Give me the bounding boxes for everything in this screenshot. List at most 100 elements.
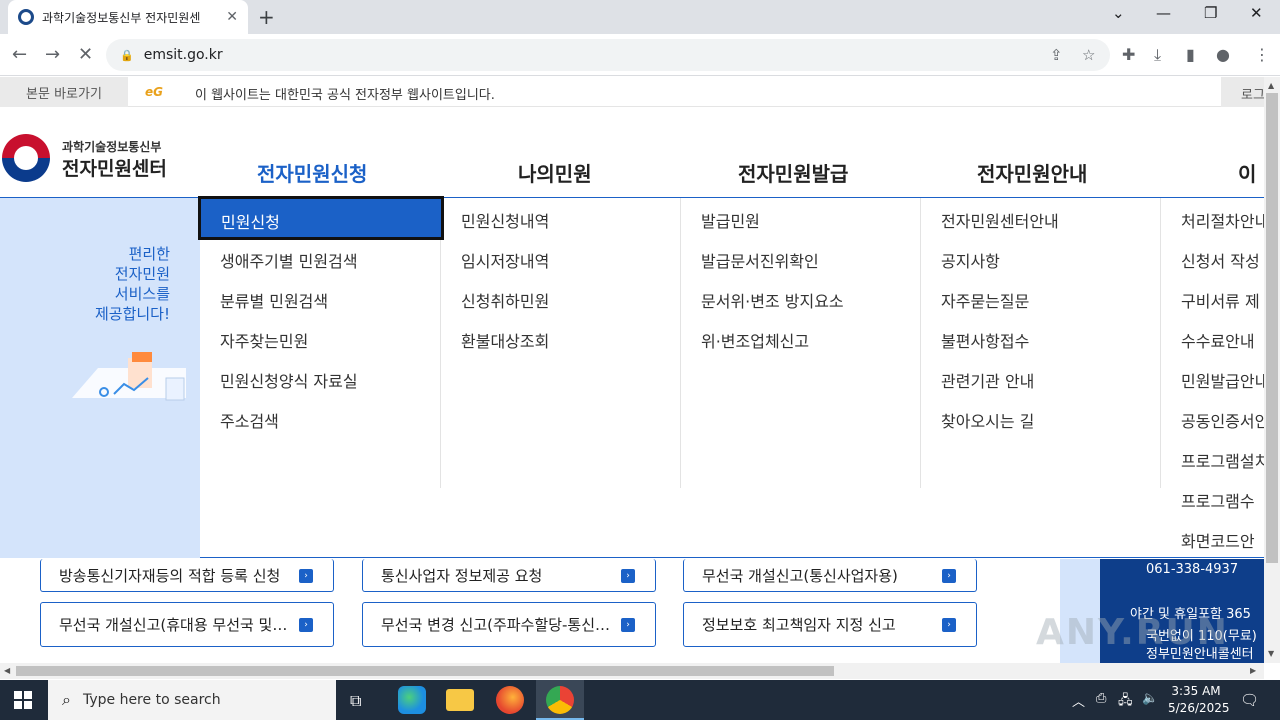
- address-bar[interactable]: 🔒 emsit.go.kr: [106, 39, 1110, 71]
- quick-link-button[interactable]: 방송통신기자재등의 적합 등록 신청 ›: [40, 559, 334, 592]
- menu-item-address-search[interactable]: 주소검색: [220, 408, 279, 432]
- call-center-phone: 061-338-4937: [1146, 562, 1239, 577]
- quick-link-button[interactable]: 통신사업자 정보제공 요청 ›: [362, 559, 656, 592]
- scroll-down-icon[interactable]: ▼: [1268, 649, 1274, 658]
- menu-item-form-library[interactable]: 민원신청양식 자료실: [220, 368, 358, 392]
- scroll-up-icon[interactable]: ▲: [1268, 81, 1274, 90]
- menu-item-complaint[interactable]: 불편사항접수: [941, 328, 1029, 352]
- login-link[interactable]: 로그인: [1221, 77, 1264, 107]
- menu-item-issue-civil[interactable]: 발급민원: [701, 208, 760, 232]
- arrow-right-icon: ›: [942, 618, 956, 632]
- menu-item-temp-saved[interactable]: 임시저장내역: [461, 248, 549, 272]
- scroll-right-icon[interactable]: ▶: [1250, 666, 1256, 675]
- tray-device-icon[interactable]: ⎙: [1096, 691, 1106, 706]
- bookmark-star-icon[interactable]: ☆: [1082, 46, 1095, 64]
- menu-item-frequent-civil[interactable]: 자주찾는민원: [220, 328, 308, 352]
- lock-icon[interactable]: 🔒: [120, 49, 134, 62]
- menu-item-lifecycle-search[interactable]: 생애주기별 민원검색: [220, 248, 358, 272]
- browser-tab[interactable]: 과학기술정보통신부 전자민원센 ✕: [8, 0, 248, 34]
- stop-loading-icon[interactable]: ✕: [78, 44, 93, 65]
- menu-item-issue-guide[interactable]: 민원발급안내: [1181, 368, 1264, 392]
- quick-link-label: 무선국 개설신고(통신사업자용): [702, 566, 898, 585]
- volume-icon[interactable]: 🔈: [1142, 691, 1158, 706]
- menu-column-apply: 민원신청 생애주기별 민원검색 분류별 민원검색 자주찾는민원 민원신청양식 자…: [198, 196, 444, 488]
- gov-banner: 본문 바로가기 eG 이 웹사이트는 대한민국 공식 전자정부 웹사이트입니다.…: [0, 77, 1264, 107]
- menu-item-directions[interactable]: 찾아오시는 길: [941, 408, 1034, 432]
- menu-item-civil-apply[interactable]: 민원신청: [198, 196, 444, 240]
- menu-item-form-writing[interactable]: 신청서 작성: [1181, 248, 1260, 272]
- tab-title: 과학기술정보통신부 전자민원센: [42, 10, 201, 25]
- network-icon[interactable]: 🖧: [1118, 691, 1133, 713]
- menu-item-program-install[interactable]: 프로그램설치: [1181, 448, 1264, 472]
- menu-item-program-fix[interactable]: 프로그램수: [1181, 488, 1255, 512]
- forward-icon[interactable]: →: [45, 44, 60, 65]
- horizontal-scroll-thumb[interactable]: [16, 666, 834, 676]
- notification-icon[interactable]: 🗨: [1240, 691, 1259, 709]
- quick-link-button[interactable]: 정보보호 최고책임자 지정 신고 ›: [683, 602, 977, 647]
- menu-column-my-civil: 민원신청내역 임시저장내역 신청취하민원 환불대상조회: [441, 198, 681, 488]
- tray-chevron-icon[interactable]: ︿: [1072, 691, 1085, 710]
- menu-item-related-orgs[interactable]: 관련기관 안내: [941, 368, 1034, 392]
- logo-site-name[interactable]: 전자민원센터: [62, 154, 167, 181]
- task-view-icon[interactable]: ⧉: [350, 691, 361, 711]
- menu-item-withdrawn[interactable]: 신청취하민원: [461, 288, 549, 312]
- browser-toolbar: ← → ✕ 🔒 emsit.go.kr ⇪ ☆: [0, 34, 1280, 76]
- gnb-e-civil-apply[interactable]: 전자민원신청: [257, 158, 367, 187]
- close-tab-icon[interactable]: ✕: [226, 9, 238, 25]
- menu-item-process-guide[interactable]: 처리절차안내: [1181, 208, 1264, 232]
- taegeuk-logo-icon[interactable]: [2, 134, 50, 182]
- minimize-icon[interactable]: —: [1156, 4, 1171, 22]
- tagline-line: 제공합니다!: [94, 305, 170, 323]
- windows-start-icon[interactable]: [14, 691, 32, 709]
- menu-item-screen-code[interactable]: 화면코드안: [1181, 528, 1255, 552]
- menu-item-documents[interactable]: 구비서류 제: [1181, 288, 1260, 312]
- menu-item-fees[interactable]: 수수료안내: [1181, 328, 1255, 352]
- chrome-menu-icon[interactable]: ⋮: [1254, 45, 1270, 64]
- window-close-icon[interactable]: ✕: [1250, 4, 1263, 22]
- tab-search-chevron-icon[interactable]: ⌄: [1112, 4, 1125, 22]
- menu-item-category-search[interactable]: 분류별 민원검색: [220, 288, 328, 312]
- quick-link-button[interactable]: 무선국 개설신고(통신사업자용) ›: [683, 559, 977, 592]
- quick-link-button[interactable]: 무선국 변경 신고(주파수할당-통신… ›: [362, 602, 656, 647]
- menu-item-notices[interactable]: 공지사항: [941, 248, 1000, 272]
- side-panel-icon[interactable]: ▮: [1186, 45, 1195, 64]
- share-icon[interactable]: ⇪: [1050, 46, 1063, 64]
- vertical-scroll-thumb[interactable]: [1266, 93, 1278, 563]
- logo-ministry-name[interactable]: 과학기술정보통신부: [62, 138, 161, 155]
- gnb-my-civil[interactable]: 나의민원: [518, 158, 592, 187]
- extensions-icon[interactable]: ✚: [1122, 45, 1135, 64]
- file-explorer-icon[interactable]: [446, 689, 474, 711]
- menu-item-doc-verify[interactable]: 발급문서진위확인: [701, 248, 819, 272]
- address-url[interactable]: emsit.go.kr: [144, 47, 223, 63]
- firefox-icon[interactable]: [496, 686, 524, 714]
- quick-link-label: 정보보호 최고책임자 지정 신고: [702, 616, 896, 634]
- skip-to-content-link[interactable]: 본문 바로가기: [0, 77, 128, 107]
- taskbar-clock[interactable]: 3:35 AM 5/26/2025: [1168, 683, 1230, 717]
- promo-tagline: 편리한 전자민원 서비스를 제공합니다!: [95, 244, 170, 324]
- tagline-line: 전자민원: [114, 265, 170, 283]
- profile-icon[interactable]: ●: [1216, 45, 1230, 64]
- menu-item-center-guide[interactable]: 전자민원센터안내: [941, 208, 1059, 232]
- edge-browser-icon[interactable]: [398, 686, 426, 714]
- menu-item-apply-history[interactable]: 민원신청내역: [461, 208, 549, 232]
- chrome-icon[interactable]: [546, 686, 574, 714]
- menu-column-usage: 처리절차안내 신청서 작성 구비서류 제 수수료안내 민원발급안내 공동인증서안…: [1161, 198, 1264, 558]
- restore-icon[interactable]: ❐: [1204, 4, 1217, 22]
- menu-item-anti-forgery[interactable]: 문서위·변조 방지요소: [701, 288, 844, 312]
- horizontal-scrollbar[interactable]: ◀ ▶: [0, 663, 1264, 679]
- back-icon[interactable]: ←: [12, 44, 27, 65]
- taskbar-search-placeholder: Type here to search: [82, 692, 221, 708]
- quick-link-button[interactable]: 무선국 개설신고(휴대용 무선국 및… ›: [40, 602, 334, 647]
- new-tab-icon[interactable]: +: [258, 5, 275, 29]
- scroll-left-icon[interactable]: ◀: [4, 666, 10, 675]
- gnb-usage-guide[interactable]: 이: [1238, 158, 1256, 187]
- menu-item-certificate[interactable]: 공동인증서안: [1181, 408, 1264, 432]
- download-icon[interactable]: ⤓: [1154, 45, 1161, 65]
- taskbar-search-box[interactable]: ⌕ Type here to search: [48, 680, 336, 720]
- gnb-e-civil-guide[interactable]: 전자민원안내: [977, 158, 1087, 187]
- menu-item-faq[interactable]: 자주묻는질문: [941, 288, 1029, 312]
- gnb-e-civil-issue[interactable]: 전자민원발급: [738, 158, 848, 187]
- vertical-scrollbar[interactable]: ▲ ▼: [1264, 77, 1280, 663]
- menu-item-forgery-report[interactable]: 위·변조업체신고: [701, 328, 809, 352]
- menu-item-refund-lookup[interactable]: 환불대상조회: [461, 328, 549, 352]
